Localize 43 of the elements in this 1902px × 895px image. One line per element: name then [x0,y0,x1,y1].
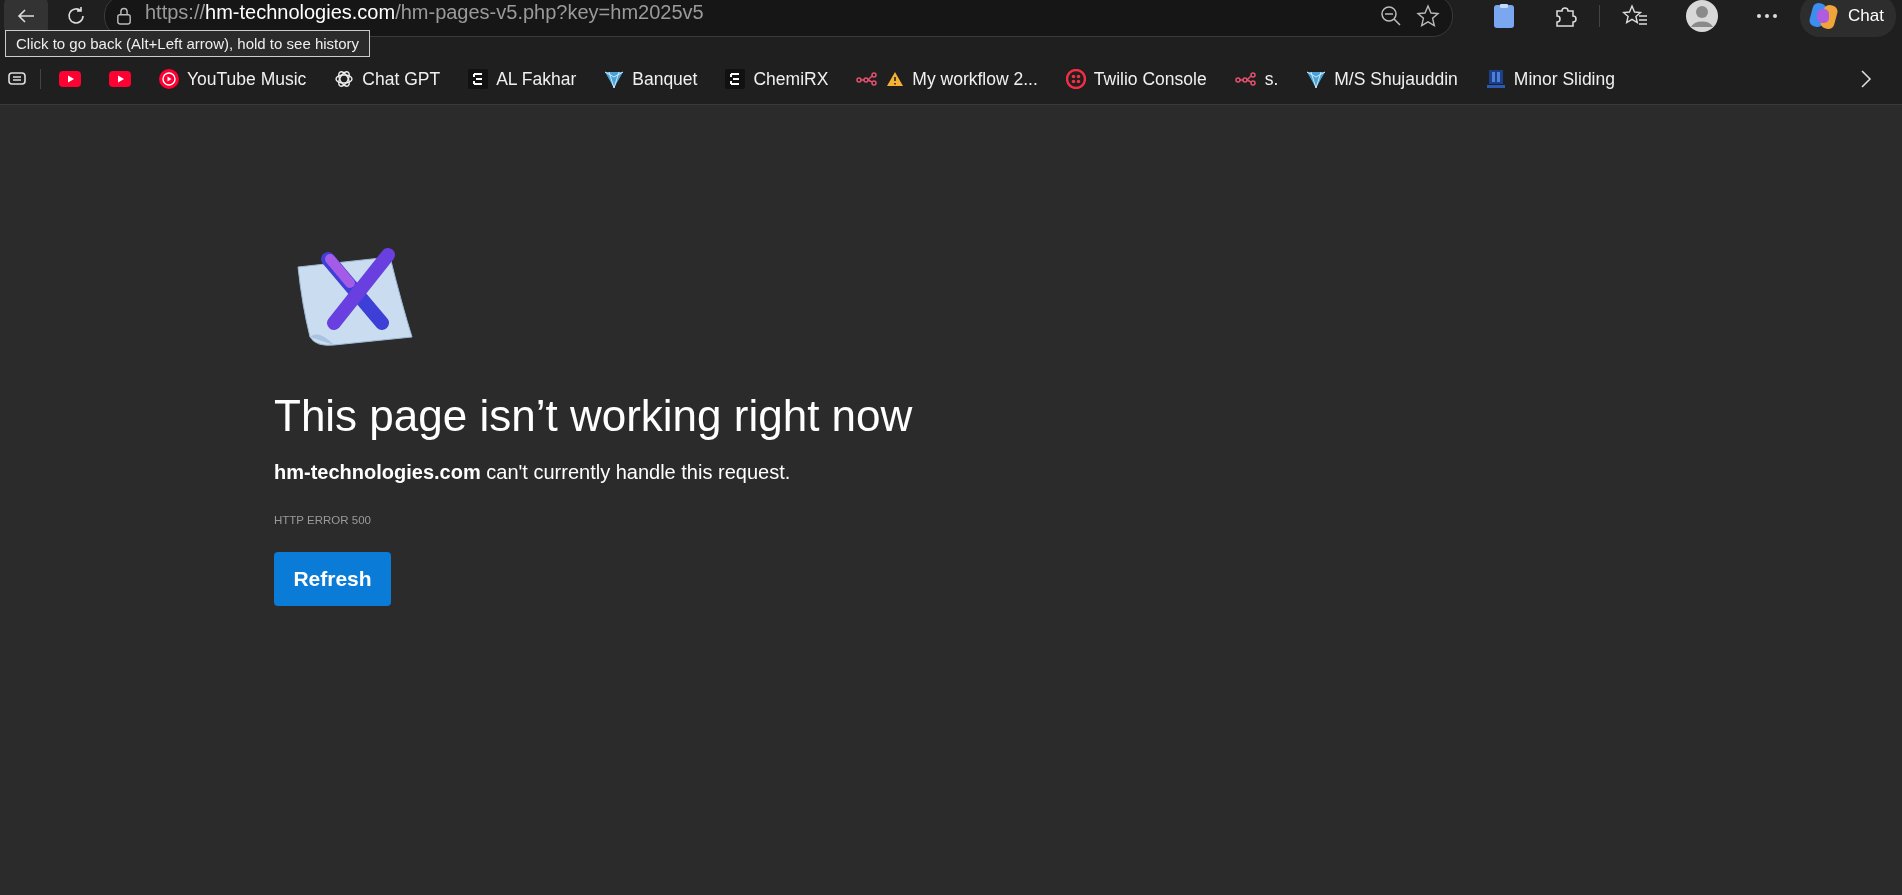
bookmark[interactable]: s. [1234,68,1279,90]
diamond-icon [1306,69,1327,89]
error-message: hm-technologies.com can't currently handle this request. [274,461,792,484]
reload-icon [65,5,87,27]
more-icon[interactable] [1756,13,1779,19]
music-play-icon [159,69,179,89]
bookmark[interactable] [109,71,131,87]
profile-avatar[interactable] [1686,0,1719,32]
bookmark[interactable]: Twilio Console [1065,68,1207,90]
tabs-icon[interactable] [8,71,28,87]
building-icon [1485,69,1506,89]
bookmark[interactable]: Minor Sliding [1485,68,1615,90]
star-icon[interactable] [1416,4,1441,28]
chevron-right-icon[interactable] [1860,69,1872,89]
clipboard-icon[interactable] [1493,3,1516,29]
bookmark[interactable]: AL Fakhar [468,68,577,90]
nodes-icon [856,72,879,86]
puzzle-icon[interactable] [1553,4,1578,28]
bookmark[interactable]: My workflow 2... [856,68,1038,90]
nodes-icon [1234,72,1257,86]
bookmark[interactable] [59,71,81,87]
zoom-out-icon[interactable] [1380,5,1403,27]
bookmark[interactable]: ChemiRX [725,68,829,90]
e-logo-icon [725,69,746,89]
url-text: https://hm-technologies.com/hm-pages-v5.php?key=hm2025v5 [145,0,704,24]
error-code: HTTP ERROR 500 [274,514,372,526]
bookmark[interactable]: M/S Shujauddin [1306,68,1458,90]
twilio-icon [1065,69,1086,89]
refresh-button[interactable]: Refresh [274,552,391,606]
bookmark[interactable]: YouTube Music [159,68,307,90]
knot-icon [334,69,355,89]
diamond-icon [604,69,625,89]
chat-button[interactable]: Chat [1800,0,1896,37]
favorites-icon[interactable] [1622,4,1649,28]
address-bar[interactable]: https://hm-technologies.com/hm-pages-v5.php?key=hm2025v5 [104,0,1454,37]
lock-icon [117,7,131,25]
youtube-icon [109,71,131,87]
e-logo-icon [468,69,489,89]
bookmark[interactable]: Chat GPT [334,68,441,90]
tooltip: Click to go back (Alt+Left arrow), hold to see history [5,30,371,57]
error-heading: This page isn’t working right now [274,391,914,441]
youtube-icon [59,71,81,87]
bookmark[interactable]: Banquet [604,68,698,90]
